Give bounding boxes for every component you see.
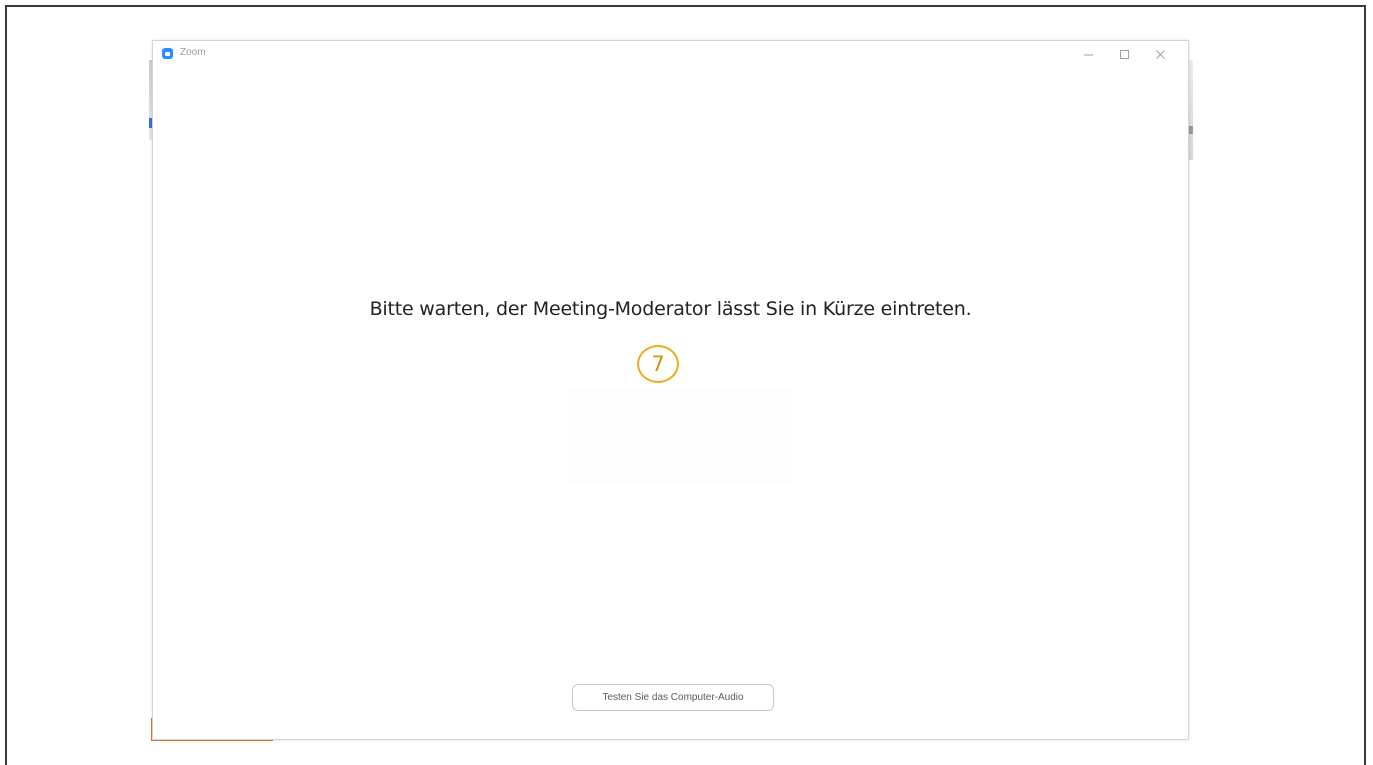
maximize-button[interactable]: [1106, 44, 1142, 64]
close-icon: [1155, 49, 1165, 59]
close-button[interactable]: [1142, 44, 1178, 64]
zoom-window: Zoom Bitte warten, der Meeting-Moderator…: [152, 40, 1189, 740]
zoom-app-icon: [162, 48, 173, 59]
minimize-icon: [1083, 50, 1093, 59]
minimize-button[interactable]: [1070, 44, 1106, 64]
test-computer-audio-button[interactable]: Testen Sie das Computer-Audio: [572, 684, 774, 711]
waiting-message: Bitte warten, der Meeting-Moderator läss…: [369, 298, 972, 320]
window-controls: [1070, 44, 1178, 64]
title-bar[interactable]: Zoom: [153, 41, 1188, 69]
window-title: Zoom: [180, 47, 206, 58]
maximize-icon: [1119, 49, 1129, 59]
video-preview-area: [568, 387, 793, 482]
step-number-badge: 7: [637, 345, 679, 383]
